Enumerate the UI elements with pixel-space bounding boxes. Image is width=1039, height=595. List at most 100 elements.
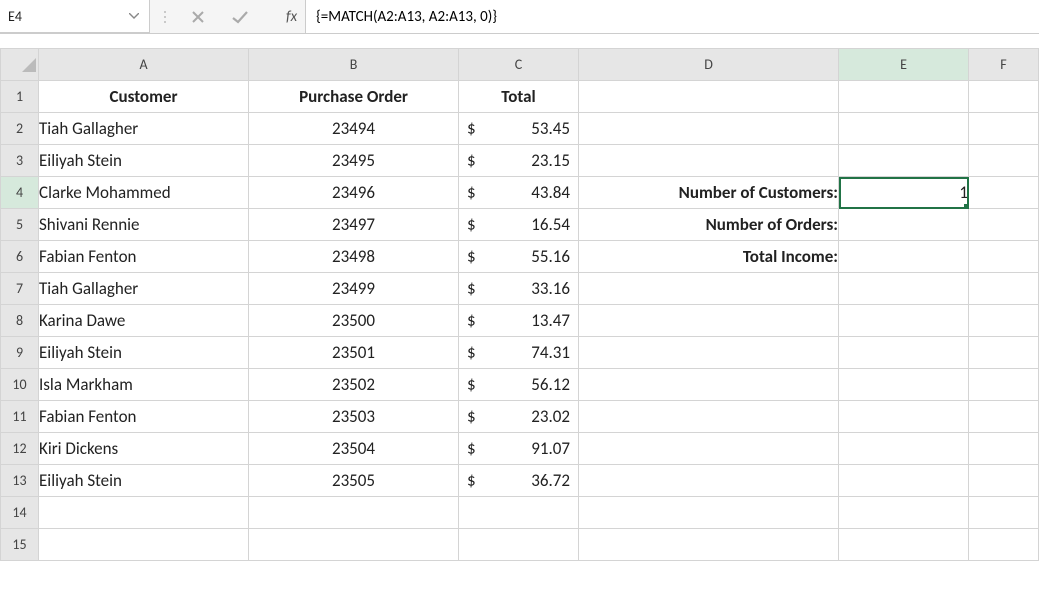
row-header-10[interactable]: 10 [1,369,39,401]
cell-F7[interactable] [969,273,1039,305]
cell-B12[interactable]: 23504 [249,433,459,465]
cell-F11[interactable] [969,401,1039,433]
cell-F10[interactable] [969,369,1039,401]
cell-B15[interactable] [249,529,459,561]
cell-E1[interactable] [839,81,969,113]
cell-B6[interactable]: 23498 [249,241,459,273]
cell-F1[interactable] [969,81,1039,113]
cell-D8[interactable] [579,305,839,337]
formula-input[interactable] [305,0,1039,33]
cell-D15[interactable] [579,529,839,561]
cell-A5[interactable]: Shivani Rennie [39,209,249,241]
cell-F8[interactable] [969,305,1039,337]
col-header-C[interactable]: C [459,49,579,81]
cell-C15[interactable] [459,529,579,561]
cell-D9[interactable] [579,337,839,369]
row-header-9[interactable]: 9 [1,337,39,369]
select-all-corner[interactable] [1,49,39,81]
cell-C13[interactable]: $36.72 [459,465,579,497]
cell-C2[interactable]: $53.45 [459,113,579,145]
row-header-4[interactable]: 4 [1,177,39,209]
cell-C12[interactable]: $91.07 [459,433,579,465]
cell-C9[interactable]: $74.31 [459,337,579,369]
cell-A14[interactable] [39,497,249,529]
cell-D5[interactable]: Number of Orders: [579,209,839,241]
col-header-E[interactable]: E [839,49,969,81]
cell-F6[interactable] [969,241,1039,273]
row-header-2[interactable]: 2 [1,113,39,145]
cell-E14[interactable] [839,497,969,529]
cell-E7[interactable] [839,273,969,305]
cell-A12[interactable]: Kiri Dickens [39,433,249,465]
cell-D1[interactable] [579,81,839,113]
cell-E8[interactable] [839,305,969,337]
cell-B14[interactable] [249,497,459,529]
cell-D10[interactable] [579,369,839,401]
col-header-F[interactable]: F [969,49,1039,81]
cell-B2[interactable]: 23494 [249,113,459,145]
fx-icon[interactable]: fx [286,8,297,26]
cell-F5[interactable] [969,209,1039,241]
cell-B7[interactable]: 23499 [249,273,459,305]
col-header-A[interactable]: A [39,49,249,81]
cell-E3[interactable] [839,145,969,177]
cell-A15[interactable] [39,529,249,561]
cell-F9[interactable] [969,337,1039,369]
cell-D6[interactable]: Total Income: [579,241,839,273]
cell-B4[interactable]: 23496 [249,177,459,209]
cell-A13[interactable]: Eiliyah Stein [39,465,249,497]
cell-E12[interactable] [839,433,969,465]
cell-A7[interactable]: Tiah Gallagher [39,273,249,305]
cell-B9[interactable]: 23501 [249,337,459,369]
spreadsheet-grid[interactable]: A B C D E F 1 Customer Purchase Order To… [0,48,1039,561]
cell-C3[interactable]: $23.15 [459,145,579,177]
cell-E4[interactable]: 1 [839,177,969,209]
cell-D12[interactable] [579,433,839,465]
cell-B5[interactable]: 23497 [249,209,459,241]
cell-A3[interactable]: Eiliyah Stein [39,145,249,177]
cell-F15[interactable] [969,529,1039,561]
cell-C6[interactable]: $55.16 [459,241,579,273]
cell-E2[interactable] [839,113,969,145]
cell-D4[interactable]: Number of Customers: [579,177,839,209]
cell-E10[interactable] [839,369,969,401]
cell-A1[interactable]: Customer [39,81,249,113]
cell-D14[interactable] [579,497,839,529]
cell-A6[interactable]: Fabian Fenton [39,241,249,273]
row-header-3[interactable]: 3 [1,145,39,177]
cell-F14[interactable] [969,497,1039,529]
cell-C1[interactable]: Total [459,81,579,113]
cell-A10[interactable]: Isla Markham [39,369,249,401]
cell-B11[interactable]: 23503 [249,401,459,433]
cell-D11[interactable] [579,401,839,433]
row-header-12[interactable]: 12 [1,433,39,465]
row-header-8[interactable]: 8 [1,305,39,337]
row-header-13[interactable]: 13 [1,465,39,497]
row-header-7[interactable]: 7 [1,273,39,305]
cell-D2[interactable] [579,113,839,145]
cell-B8[interactable]: 23500 [249,305,459,337]
cell-E5[interactable] [839,209,969,241]
row-header-6[interactable]: 6 [1,241,39,273]
cell-B10[interactable]: 23502 [249,369,459,401]
cell-F3[interactable] [969,145,1039,177]
cell-F4[interactable] [969,177,1039,209]
cell-D13[interactable] [579,465,839,497]
row-header-11[interactable]: 11 [1,401,39,433]
row-header-1[interactable]: 1 [1,81,39,113]
cancel-icon[interactable] [188,7,208,27]
cell-D7[interactable] [579,273,839,305]
cell-B13[interactable]: 23505 [249,465,459,497]
col-header-B[interactable]: B [249,49,459,81]
cell-B3[interactable]: 23495 [249,145,459,177]
cell-C7[interactable]: $33.16 [459,273,579,305]
cell-E13[interactable] [839,465,969,497]
name-box[interactable]: E4 [0,0,150,33]
cell-A9[interactable]: Eiliyah Stein [39,337,249,369]
row-header-14[interactable]: 14 [1,497,39,529]
cell-A8[interactable]: Karina Dawe [39,305,249,337]
cell-F12[interactable] [969,433,1039,465]
cell-E15[interactable] [839,529,969,561]
cell-C11[interactable]: $23.02 [459,401,579,433]
cell-C10[interactable]: $56.12 [459,369,579,401]
